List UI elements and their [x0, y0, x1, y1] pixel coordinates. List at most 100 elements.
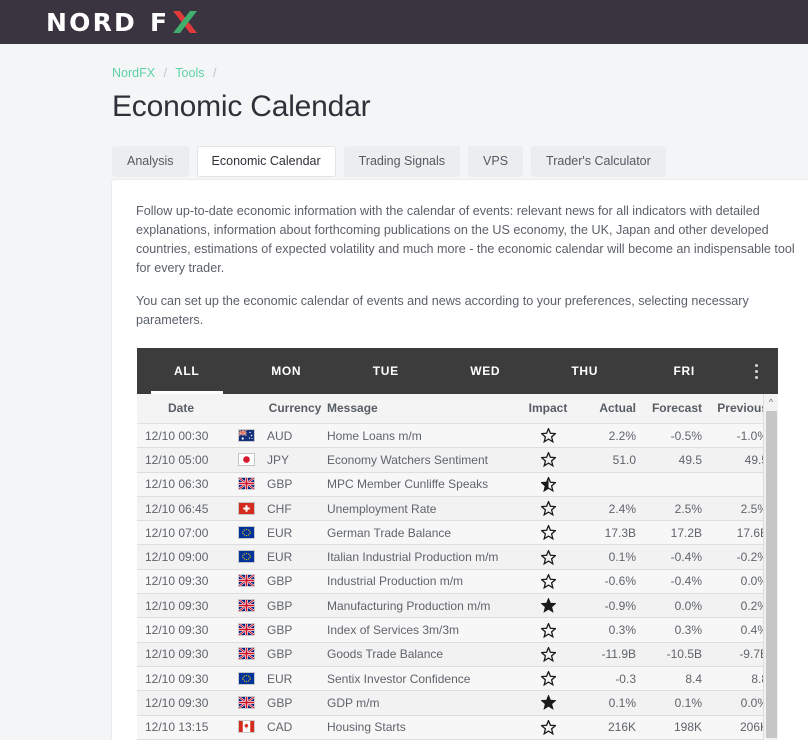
table-row[interactable]: 12/10 09:00EURItalian Industrial Product… [137, 545, 778, 569]
scroll-up-arrow-icon[interactable]: ^ [764, 394, 778, 410]
cell-message[interactable]: German Trade Balance [323, 521, 516, 545]
tab-traders-calculator[interactable]: Trader's Calculator [531, 146, 666, 177]
tab-economic-calendar[interactable]: Economic Calendar [197, 146, 336, 177]
cell-actual: 2.2% [580, 424, 646, 448]
column-header-message[interactable]: Message [323, 394, 516, 424]
cell-impact[interactable] [516, 594, 580, 618]
table-row[interactable]: 12/10 06:45CHFUnemployment Rate2.4%2.5%2… [137, 496, 778, 520]
cell-forecast: 17.2B [646, 521, 712, 545]
logo-x-icon [172, 10, 198, 34]
cell-impact[interactable] [516, 521, 580, 545]
flag-united-kingdom-icon [239, 600, 254, 611]
table-row[interactable]: 12/10 09:30GBPManufacturing Production m… [137, 594, 778, 618]
cell-impact[interactable] [516, 618, 580, 642]
table-row[interactable]: 12/10 13:15CADHousing Starts216K198K206K [137, 715, 778, 739]
cell-impact[interactable] [516, 715, 580, 739]
cell-actual: 51.0 [580, 448, 646, 472]
cell-impact[interactable] [516, 496, 580, 520]
cell-message[interactable]: Italian Industrial Production m/m [323, 545, 516, 569]
day-tab-all[interactable]: ALL [137, 348, 237, 394]
cell-date: 12/10 13:15 [137, 715, 225, 739]
cell-impact[interactable] [516, 545, 580, 569]
cell-impact[interactable] [516, 424, 580, 448]
scrollbar-thumb[interactable] [766, 411, 777, 738]
table-row[interactable]: 12/10 07:00EURGerman Trade Balance17.3B1… [137, 521, 778, 545]
cell-date: 12/10 09:30 [137, 666, 225, 690]
column-header-date[interactable]: Date [137, 394, 225, 424]
cell-date: 12/10 09:30 [137, 618, 225, 642]
cell-message[interactable]: Housing Starts [323, 715, 516, 739]
cell-message[interactable]: MPC Member Cunliffe Speaks [323, 472, 516, 496]
cell-message[interactable]: Industrial Production m/m [323, 569, 516, 593]
cell-message[interactable]: Unemployment Rate [323, 496, 516, 520]
cell-impact[interactable] [516, 472, 580, 496]
cell-flag [225, 448, 267, 472]
cell-actual: 0.1% [580, 545, 646, 569]
cell-date: 12/10 06:30 [137, 472, 225, 496]
flag-european-union-icon [239, 551, 254, 562]
cell-impact[interactable] [516, 691, 580, 715]
logo-text-f: F [150, 10, 169, 35]
cell-actual: 216K [580, 715, 646, 739]
tab-trading-signals[interactable]: Trading Signals [344, 146, 460, 177]
table-row[interactable]: 12/10 09:30GBPGDP m/m0.1%0.1%0.0% [137, 691, 778, 715]
day-tab-fri[interactable]: FRI [635, 348, 735, 394]
table-row[interactable]: 12/10 00:30AUDHome Loans m/m2.2%-0.5%-1.… [137, 424, 778, 448]
cell-date: 12/10 07:00 [137, 521, 225, 545]
cell-currency: AUD [267, 424, 323, 448]
calendar-table-body: 12/10 00:30AUDHome Loans m/m2.2%-0.5%-1.… [137, 424, 778, 740]
breadcrumb-item-nordfx[interactable]: NordFX [112, 66, 155, 80]
cell-impact[interactable] [516, 448, 580, 472]
day-tab-tue[interactable]: TUE [336, 348, 436, 394]
kebab-menu-icon[interactable] [734, 348, 778, 394]
day-tab-wed[interactable]: WED [436, 348, 536, 394]
table-row[interactable]: 12/10 09:30GBPGoods Trade Balance-11.9B-… [137, 642, 778, 666]
column-header-forecast[interactable]: Forecast [646, 394, 712, 424]
cell-forecast: 8.4 [646, 666, 712, 690]
flag-united-kingdom-icon [239, 697, 254, 708]
table-row[interactable]: 12/10 06:30GBPMPC Member Cunliffe Speaks [137, 472, 778, 496]
cell-flag [225, 666, 267, 690]
table-row[interactable]: 12/10 09:30GBPIndex of Services 3m/3m0.3… [137, 618, 778, 642]
nordfx-logo[interactable]: NORD F [46, 9, 198, 35]
day-tab-mon[interactable]: MON [237, 348, 337, 394]
impact-star-empty-icon [541, 575, 556, 589]
day-tab-thu[interactable]: THU [535, 348, 635, 394]
column-header-currency[interactable]: Currency [267, 394, 323, 424]
cell-flag [225, 545, 267, 569]
cell-flag [225, 691, 267, 715]
breadcrumb-separator-1: / [164, 66, 167, 80]
cell-forecast [646, 472, 712, 496]
cell-actual: 0.1% [580, 691, 646, 715]
cell-message[interactable]: Manufacturing Production m/m [323, 594, 516, 618]
cell-forecast: 0.0% [646, 594, 712, 618]
cell-message[interactable]: Goods Trade Balance [323, 642, 516, 666]
cell-forecast: 0.1% [646, 691, 712, 715]
kebab-dot-2 [755, 370, 758, 373]
cell-message[interactable]: Home Loans m/m [323, 424, 516, 448]
table-row[interactable]: 12/10 09:30GBPIndustrial Production m/m-… [137, 569, 778, 593]
breadcrumb-item-tools[interactable]: Tools [175, 66, 204, 80]
cell-message[interactable]: Economy Watchers Sentiment [323, 448, 516, 472]
column-header-impact[interactable]: Impact [516, 394, 580, 424]
cell-message[interactable]: Index of Services 3m/3m [323, 618, 516, 642]
tab-vps[interactable]: VPS [468, 146, 523, 177]
cell-currency: GBP [267, 618, 323, 642]
flag-united-kingdom-icon [239, 624, 254, 635]
table-row[interactable]: 12/10 05:00JPYEconomy Watchers Sentiment… [137, 448, 778, 472]
table-row[interactable]: 12/10 09:30EURSentix Investor Confidence… [137, 666, 778, 690]
flag-australia-icon [239, 430, 254, 441]
cell-message[interactable]: Sentix Investor Confidence [323, 666, 516, 690]
cell-forecast: 49.5 [646, 448, 712, 472]
impact-star-empty-icon [541, 502, 556, 516]
cell-impact[interactable] [516, 642, 580, 666]
cell-flag [225, 496, 267, 520]
cell-impact[interactable] [516, 666, 580, 690]
flag-switzerland-icon [239, 503, 254, 514]
tab-analysis[interactable]: Analysis [112, 146, 189, 177]
column-header-actual[interactable]: Actual [580, 394, 646, 424]
cell-impact[interactable] [516, 569, 580, 593]
table-scrollbar[interactable]: ^ [763, 394, 778, 740]
cell-message[interactable]: GDP m/m [323, 691, 516, 715]
flag-united-kingdom-icon [239, 575, 254, 586]
